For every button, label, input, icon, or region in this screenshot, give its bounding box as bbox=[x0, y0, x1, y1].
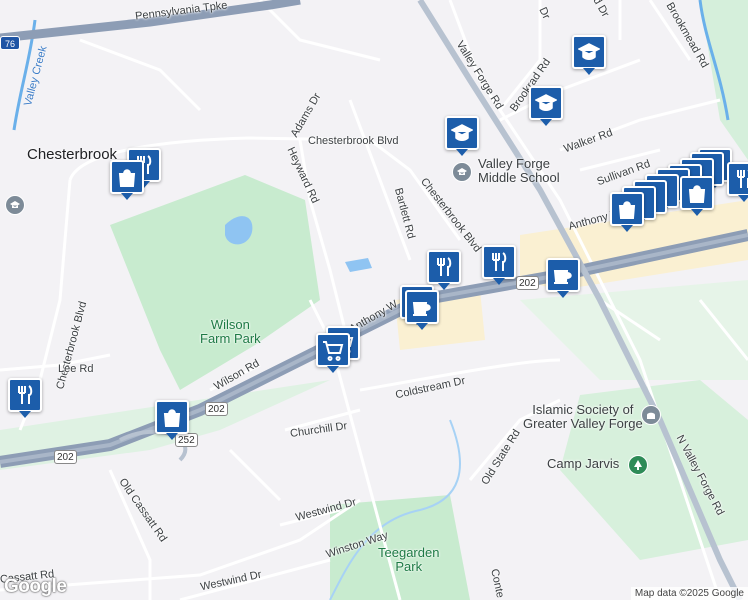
shopping-bag-icon bbox=[688, 185, 706, 203]
green-area bbox=[700, 0, 748, 160]
graduation-cap-icon bbox=[451, 124, 473, 141]
shopping-marker[interactable] bbox=[110, 160, 144, 200]
road-label: Lee Rd bbox=[58, 363, 94, 375]
shopping-marker[interactable] bbox=[680, 176, 714, 216]
us202-shield: 202 bbox=[54, 450, 77, 464]
map-attribution[interactable]: Map data ©2025 Google bbox=[630, 587, 748, 600]
shopping-bag-icon bbox=[163, 409, 181, 427]
shopping-cart-icon bbox=[323, 341, 344, 361]
pond bbox=[345, 258, 372, 272]
school-poi-icon[interactable] bbox=[452, 162, 472, 182]
shopping-bag-icon bbox=[118, 169, 136, 187]
school-marker[interactable] bbox=[445, 116, 479, 156]
restaurant-marker[interactable] bbox=[8, 378, 42, 418]
shopping-marker[interactable] bbox=[155, 400, 189, 440]
fork-knife-icon bbox=[737, 170, 748, 188]
park-label-teegarden: Teegarden Park bbox=[378, 545, 440, 575]
graduation-cap-icon bbox=[578, 43, 600, 60]
place-label-chesterbrook: Chesterbrook bbox=[27, 146, 118, 163]
fork-knife-icon bbox=[492, 252, 507, 271]
campground-poi-icon[interactable] bbox=[628, 455, 648, 475]
shopping-bag-icon bbox=[618, 201, 636, 219]
shopping-marker[interactable] bbox=[610, 192, 644, 232]
fork-knife-icon bbox=[437, 257, 452, 276]
cafe-marker[interactable] bbox=[405, 290, 439, 330]
graduation-cap-icon bbox=[535, 94, 557, 111]
school-marker[interactable] bbox=[572, 35, 606, 75]
coffee-cup-icon bbox=[553, 270, 572, 284]
wilson-farm-park-area bbox=[110, 175, 320, 390]
coffee-cup-icon bbox=[412, 302, 431, 316]
grocery-marker[interactable] bbox=[316, 333, 350, 373]
map-canvas[interactable]: 76 202 202 202 252 Pennsylvania Tpke Val… bbox=[0, 0, 748, 600]
route252-shield: 252 bbox=[175, 433, 198, 447]
google-logo: Google bbox=[4, 576, 67, 597]
mosque-poi-icon[interactable] bbox=[641, 405, 661, 425]
school-marker[interactable] bbox=[529, 86, 563, 126]
i76-shield: 76 bbox=[0, 36, 20, 50]
restaurant-marker[interactable] bbox=[482, 245, 516, 285]
poi-label-valley-forge-ms: Valley Forge Middle School bbox=[478, 156, 560, 186]
restaurant-marker[interactable] bbox=[427, 250, 461, 290]
poi-label-islamic-society: Islamic Society of Greater Valley Forge bbox=[523, 402, 643, 432]
school-poi-icon[interactable] bbox=[5, 195, 25, 215]
poi-label-camp-jarvis: Camp Jarvis bbox=[547, 456, 620, 471]
us202-shield: 202 bbox=[205, 402, 228, 416]
park-label-wilson-farm: Wilson Farm Park bbox=[200, 317, 261, 347]
map-base-layer bbox=[0, 0, 748, 600]
fork-knife-icon bbox=[18, 385, 33, 404]
restaurant-marker[interactable] bbox=[727, 162, 748, 202]
us202-shield: 202 bbox=[516, 276, 539, 290]
cafe-marker[interactable] bbox=[546, 258, 580, 298]
road-label: Chesterbrook Blvd bbox=[308, 135, 399, 147]
